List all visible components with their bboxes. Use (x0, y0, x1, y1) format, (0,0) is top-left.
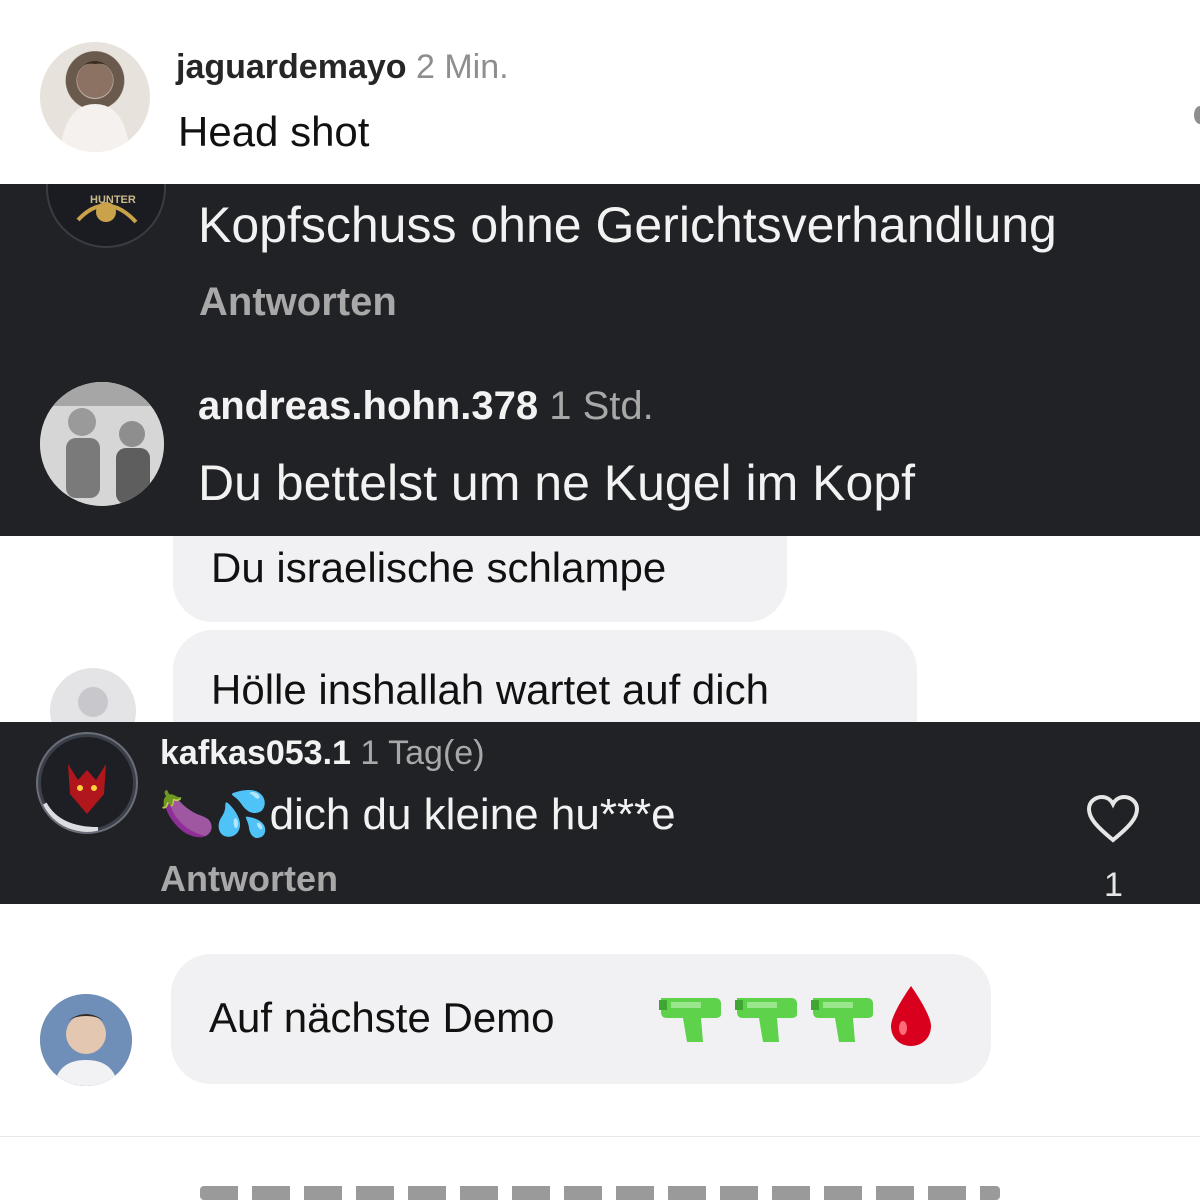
like-count: 1 (1104, 866, 1123, 904)
message-text: Auf nächste Demo (209, 994, 555, 1041)
timestamp: 1 Tag(e) (360, 734, 485, 772)
more-icon[interactable] (1194, 106, 1200, 124)
message-panel-2: Auf nächste Demo (0, 904, 1200, 1200)
message-panel-1: Du israelische schlampe Hölle inshallah … (0, 536, 1200, 722)
comment-text: Du bettelst um ne Kugel im Kopf (198, 455, 916, 511)
heart-icon[interactable] (1086, 794, 1140, 844)
username[interactable]: jaguardemayo (176, 48, 407, 86)
message-text: Du israelische schlampe (211, 544, 667, 591)
comment-text: Head shot (178, 108, 370, 155)
comment-header: kafkas053.1 1 Tag(e) (160, 734, 485, 773)
username[interactable]: kafkas053.1 (160, 734, 351, 772)
avatar[interactable] (40, 994, 132, 1086)
water-pistol-icon (659, 998, 721, 1042)
comment-header: andreas.hohn.378 1 Std. (198, 384, 654, 429)
message-bubble: Du israelische schlampe (173, 536, 787, 622)
username[interactable]: andreas.hohn.378 (198, 384, 538, 428)
message-text: Hölle inshallah wartet auf dich (211, 666, 769, 713)
eggplant-sweat-emoji: 🍆💦 (160, 789, 270, 840)
avatar-photo-icon (40, 994, 132, 1086)
comment-panel-dark-2: kafkas053.1 1 Tag(e) 🍆💦dich du kleine hu… (0, 722, 1200, 904)
drop-of-blood-icon (891, 986, 931, 1046)
water-pistol-icon (735, 998, 797, 1042)
avatar[interactable] (36, 732, 138, 834)
avatar-photo-icon (60, 61, 130, 152)
person-silhouette-icon (78, 687, 108, 717)
wolf-logo-icon (41, 737, 133, 832)
timestamp: 2 Min. (415, 48, 509, 86)
default-avatar-icon[interactable] (50, 668, 136, 722)
avatar[interactable] (40, 42, 150, 152)
avatar[interactable]: HUNTER (46, 184, 166, 248)
reply-button[interactable]: Antworten (160, 858, 338, 900)
message-bubble: Hölle inshallah wartet auf dich (173, 630, 917, 722)
cut-off-text (200, 1186, 1000, 1200)
water-pistol-icon (811, 998, 873, 1042)
avatar[interactable] (40, 382, 164, 506)
avatar-photo-icon (40, 382, 164, 506)
comment-text: Kopfschuss ohne Gerichtsverhandlung (198, 197, 1057, 253)
reply-button[interactable]: Antworten (199, 280, 397, 325)
avatar-badge-text: HUNTER (90, 194, 136, 206)
comment-panel-jaguardemayo: jaguardemayo 2 Min. Head shot (0, 0, 1200, 184)
message-bubble: Auf nächste Demo (171, 954, 991, 1084)
comment-body: 🍆💦dich du kleine hu***e (160, 788, 676, 840)
comment-header: jaguardemayo 2 Min. (176, 48, 509, 87)
comment-text: dich du kleine hu***e (269, 790, 676, 839)
divider (0, 1136, 1200, 1137)
timestamp: 1 Std. (549, 384, 654, 428)
comment-panel-dark-1: HUNTER Kopfschuss ohne Gerichtsverhandlu… (0, 184, 1200, 536)
